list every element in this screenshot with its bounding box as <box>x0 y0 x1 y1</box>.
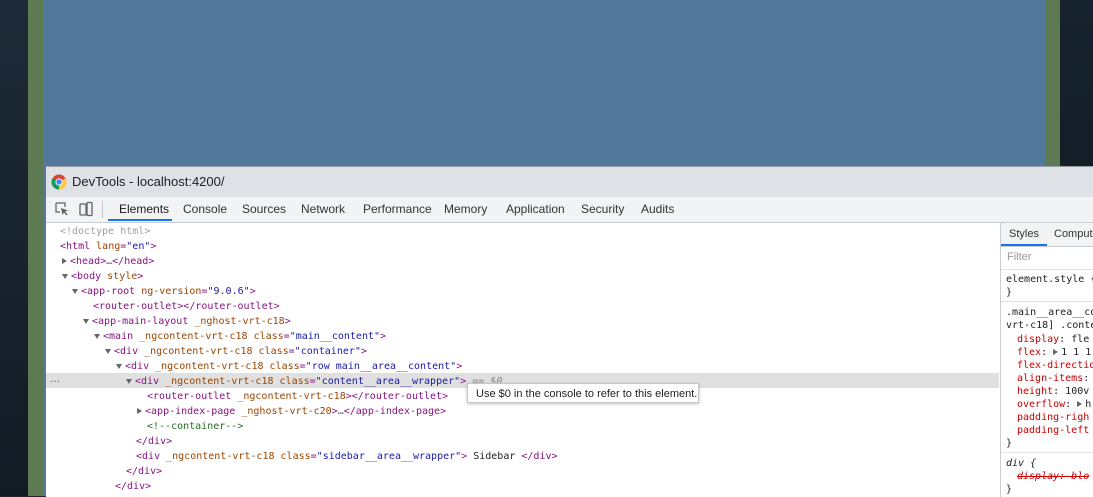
css-property[interactable]: height: 100v <box>1017 385 1089 398</box>
rule-close-brace: } <box>1006 484 1013 495</box>
tab-sources[interactable]: Sources <box>242 197 286 222</box>
styles-filter-input[interactable]: Filter <box>1007 251 1031 263</box>
desktop-left <box>0 0 28 496</box>
dom-node-sidebar[interactable]: <div _ngcontent-vrt-c18 class="sidebar__… <box>136 449 558 464</box>
title-bar[interactable]: DevTools - localhost:4200/ <box>46 167 1093 197</box>
dom-node-close-div[interactable]: </div> <box>115 479 151 494</box>
tab-application[interactable]: Application <box>506 197 565 222</box>
dom-node-router-outlet-inner[interactable]: <router-outlet _ngcontent-vrt-c18></rout… <box>147 389 448 404</box>
expand-arrow-icon[interactable] <box>137 408 142 414</box>
collapse-arrow-icon[interactable] <box>126 378 132 384</box>
expand-arrow-icon[interactable] <box>62 258 67 264</box>
dom-node-doctype[interactable]: <!doctype html> <box>60 224 150 239</box>
tab-security[interactable]: Security <box>581 197 624 222</box>
css-property[interactable]: align-items: <box>1017 372 1089 385</box>
rule-close-brace: } <box>1006 287 1013 298</box>
dom-node-app-main-layout[interactable]: <app-main-layout _nghost-vrt-c18> <box>83 314 291 329</box>
collapse-arrow-icon[interactable] <box>116 363 122 369</box>
element-style-rule[interactable]: element.style { <box>1006 273 1093 286</box>
elements-panel: … <!doctype html> <html lang="en"> <head… <box>46 223 999 497</box>
css-property-overridden[interactable]: display: blo <box>1017 470 1089 483</box>
dom-node-close-div[interactable]: </div> <box>136 434 172 449</box>
css-property[interactable]: flex: 1 1 1 <box>1017 346 1091 359</box>
expand-arrow-icon[interactable] <box>1053 349 1059 355</box>
dom-node-app-root[interactable]: <app-root ng-version="9.0.6"> <box>72 284 256 299</box>
dom-node-app-index-page[interactable]: <app-index-page _nghost-vrt-c20>…</app-i… <box>137 404 446 419</box>
css-property[interactable]: display: fle <box>1017 333 1089 346</box>
device-toolbar-icon[interactable] <box>78 201 94 217</box>
rule-close-brace: } <box>1006 438 1013 449</box>
dom-node-content-wrapper[interactable]: <div _ngcontent-vrt-c18 class="content__… <box>126 374 502 389</box>
chrome-icon <box>51 174 67 190</box>
dom-node-body[interactable]: <body style> <box>62 269 143 284</box>
expand-arrow-icon[interactable] <box>1077 401 1083 407</box>
tab-computed[interactable]: Computed <box>1054 223 1093 246</box>
dom-node-main[interactable]: <main _ngcontent-vrt-c18 class="main__co… <box>94 329 386 344</box>
dollar-zero-tooltip: Use $0 in the console to refer to this e… <box>467 383 699 403</box>
dom-node-container[interactable]: <div _ngcontent-vrt-c18 class="container… <box>105 344 367 359</box>
collapse-arrow-icon[interactable] <box>62 273 68 279</box>
rule-selector[interactable]: vrt-c18] .conte <box>1006 319 1093 332</box>
rule-divider <box>1001 452 1093 453</box>
tab-console[interactable]: Console <box>183 197 227 222</box>
tab-memory[interactable]: Memory <box>444 197 487 222</box>
collapse-arrow-icon[interactable] <box>72 288 78 294</box>
div-rule-selector[interactable]: div { <box>1006 457 1036 470</box>
dom-node-row[interactable]: <div _ngcontent-vrt-c18 class="row main_… <box>116 359 462 374</box>
devtools-window: DevTools - localhost:4200/ Elements Cons… <box>46 166 1093 497</box>
css-property[interactable]: overflow: h <box>1017 398 1091 411</box>
dom-node-html[interactable]: <html lang="en"> <box>60 239 156 254</box>
css-property[interactable]: padding-left <box>1017 424 1089 437</box>
dom-node-comment[interactable]: <!--container--> <box>147 419 243 434</box>
dom-node-close-div[interactable]: </div> <box>126 464 162 479</box>
inspect-element-icon[interactable] <box>54 201 70 217</box>
rule-selector[interactable]: .main__area__co <box>1006 306 1093 319</box>
dom-node-router-outlet[interactable]: <router-outlet></router-outlet> <box>93 299 280 314</box>
active-tab-indicator <box>1001 244 1047 246</box>
toolbar-separator <box>102 201 103 218</box>
node-actions-icon[interactable]: … <box>50 373 60 388</box>
css-property[interactable]: padding-righ <box>1017 411 1089 424</box>
tab-styles[interactable]: Styles <box>1009 223 1039 246</box>
tab-network[interactable]: Network <box>301 197 345 222</box>
devtools-toolbar: Elements Console Sources Network Perform… <box>46 197 1093 223</box>
filter-divider <box>1001 269 1093 270</box>
collapse-arrow-icon[interactable] <box>83 318 89 324</box>
collapse-arrow-icon[interactable] <box>94 333 100 339</box>
rule-divider <box>1001 301 1093 302</box>
styles-pane: Styles Computed Filter element.style { }… <box>1000 223 1093 497</box>
active-tab-indicator <box>108 219 172 221</box>
tab-audits[interactable]: Audits <box>641 197 674 222</box>
collapse-arrow-icon[interactable] <box>105 348 111 354</box>
tab-performance[interactable]: Performance <box>363 197 432 222</box>
window-title: DevTools - localhost:4200/ <box>72 174 225 189</box>
styles-tabbar: Styles Computed <box>1001 223 1093 247</box>
css-property[interactable]: flex-directio <box>1017 359 1093 372</box>
dom-node-head[interactable]: <head>…</head> <box>62 254 154 269</box>
